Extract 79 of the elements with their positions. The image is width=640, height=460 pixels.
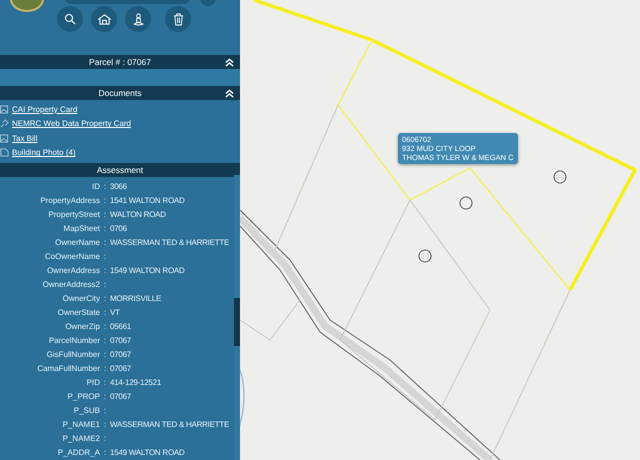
- field-label: PropertyAddress: [39, 196, 100, 204]
- colon-separator: :: [102, 364, 108, 372]
- colon-separator: :: [102, 322, 108, 330]
- colon-separator: :: [102, 420, 108, 428]
- field-value: VT: [110, 308, 121, 316]
- image-icon: [0, 134, 9, 143]
- colon-separator: :: [102, 294, 108, 302]
- field-label: P_PROP: [66, 392, 100, 400]
- colon-separator: :: [102, 336, 108, 344]
- colon-separator: :: [102, 378, 108, 386]
- delete-button[interactable]: [165, 6, 191, 32]
- document-link[interactable]: Building Photo (4): [12, 148, 76, 158]
- document-icon: [0, 148, 9, 158]
- document-link[interactable]: NEMRC Web Data Property Card: [12, 119, 131, 128]
- image-icon: [0, 104, 9, 114]
- location-button[interactable]: [125, 6, 151, 32]
- colon-separator: :: [102, 434, 108, 442]
- colon-separator: :: [102, 392, 108, 400]
- field-label: ParcelNumber: [48, 336, 100, 344]
- field-value: 07067: [110, 336, 132, 344]
- colon-separator: :: [102, 448, 108, 456]
- document-link[interactable]: CAI Property Card: [12, 104, 78, 114]
- colon-separator: :: [102, 350, 108, 358]
- field-label: OwnerState: [56, 308, 100, 316]
- field-label: P_NAME2: [62, 434, 100, 442]
- section-header[interactable]: Parcel # : 07067: [0, 55, 240, 69]
- field-value: 1541 WALTON ROAD: [110, 196, 186, 204]
- field-value: WALTON ROAD: [110, 210, 167, 218]
- field-label: MapSheet: [62, 224, 100, 232]
- document-link[interactable]: Tax Bill: [12, 134, 38, 143]
- colon-separator: :: [102, 266, 108, 274]
- person-pin-icon: [132, 12, 144, 26]
- link-icon: [0, 119, 9, 128]
- field-value: WASSERMAN TED & HARRIETTE: [110, 420, 230, 428]
- field-label: OwnerCity: [62, 294, 100, 302]
- collapse-icon[interactable]: [225, 88, 234, 98]
- field-value: 07067: [110, 350, 132, 358]
- field-value: 07067: [110, 364, 132, 372]
- colon-separator: :: [102, 196, 108, 204]
- field-value: 3066: [110, 182, 128, 190]
- search-button[interactable]: [57, 6, 83, 32]
- field-value: WASSERMAN TED & HARRIETTE: [110, 238, 230, 246]
- field-label: PID: [86, 378, 100, 386]
- field-label: GisFullNumber: [46, 350, 100, 358]
- colon-separator: :: [102, 252, 108, 260]
- field-label: ID: [91, 182, 100, 190]
- field-label: OwnerAddress2: [42, 280, 100, 288]
- field-label: P_ADDR_A: [56, 448, 100, 456]
- field-value: 1549 WALTON ROAD: [110, 448, 186, 456]
- section-title: Assessment: [96, 165, 144, 175]
- field-label: OwnerZip: [64, 322, 100, 330]
- section-header[interactable]: Documents: [0, 86, 240, 100]
- field-label: P_NAME1: [62, 420, 100, 428]
- field-value: 0706: [110, 224, 128, 232]
- scrollbar-track[interactable]: [234, 175, 240, 460]
- field-value: 414-129-12521: [110, 378, 162, 386]
- field-label: PropertyStreet: [47, 210, 100, 218]
- colon-separator: :: [102, 238, 108, 246]
- collapse-icon[interactable]: [225, 58, 234, 66]
- field-label: OwnerAddress: [46, 266, 100, 274]
- field-value: MORRISVILLE: [110, 294, 162, 302]
- field-value: 1549 WALTON ROAD: [110, 266, 186, 274]
- scrollbar-thumb[interactable]: [234, 298, 240, 346]
- field-label: CoOwnerName: [44, 252, 100, 260]
- colon-separator: :: [102, 308, 108, 316]
- colon-separator: :: [102, 406, 108, 414]
- trash-icon: [172, 12, 184, 26]
- colon-separator: :: [102, 182, 108, 190]
- field-label: P_SUB: [72, 406, 100, 414]
- colon-separator: :: [102, 224, 108, 232]
- section-title: Documents: [98, 88, 142, 98]
- field-label: CamaFullNumber: [36, 364, 100, 372]
- field-value: 05661: [110, 322, 132, 330]
- search-icon: [64, 13, 76, 25]
- colon-separator: :: [102, 210, 108, 218]
- section-title: Parcel # : 07067: [89, 57, 151, 67]
- field-label: OwnerName: [54, 238, 100, 246]
- field-value: 07067: [110, 392, 132, 400]
- colon-separator: :: [102, 280, 108, 288]
